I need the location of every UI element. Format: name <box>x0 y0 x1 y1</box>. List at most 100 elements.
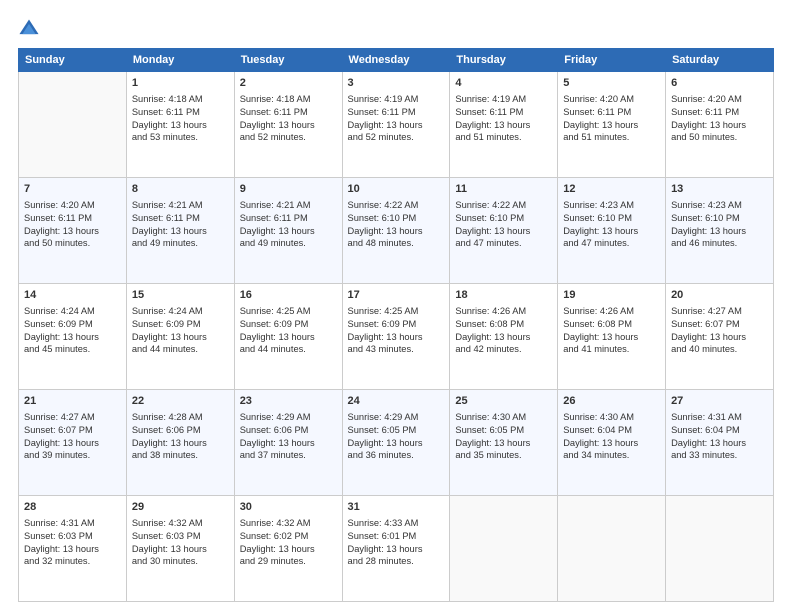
day-info: Sunrise: 4:25 AM Sunset: 6:09 PM Dayligh… <box>240 305 337 356</box>
calendar-day-cell <box>558 496 666 602</box>
day-info: Sunrise: 4:26 AM Sunset: 6:08 PM Dayligh… <box>563 305 660 356</box>
calendar-day-cell: 26 Sunrise: 4:30 AM Sunset: 6:04 PM Dayli… <box>558 390 666 496</box>
day-info: Sunrise: 4:22 AM Sunset: 6:10 PM Dayligh… <box>455 199 552 250</box>
calendar-week-row: 28 Sunrise: 4:31 AM Sunset: 6:03 PM Dayli… <box>19 496 774 602</box>
day-info: Sunrise: 4:32 AM Sunset: 6:02 PM Dayligh… <box>240 517 337 568</box>
day-info: Sunrise: 4:22 AM Sunset: 6:10 PM Dayligh… <box>348 199 445 250</box>
day-number: 12 <box>563 182 660 197</box>
day-info: Sunrise: 4:20 AM Sunset: 6:11 PM Dayligh… <box>24 199 121 250</box>
calendar-day-cell: 16 Sunrise: 4:25 AM Sunset: 6:09 PM Dayli… <box>234 284 342 390</box>
calendar-day-cell: 3Sunrise: 4:19 AM Sunset: 6:11 PM Daylig… <box>342 72 450 178</box>
calendar-day-cell: 6 Sunrise: 4:20 AM Sunset: 6:11 PM Daylig… <box>666 72 774 178</box>
weekday-header: Wednesday <box>342 49 450 72</box>
day-info: Sunrise: 4:31 AM Sunset: 6:04 PM Dayligh… <box>671 411 768 462</box>
day-info: Sunrise: 4:18 AM Sunset: 6:11 PM Dayligh… <box>132 93 229 144</box>
day-info: Sunrise: 4:30 AM Sunset: 6:04 PM Dayligh… <box>563 411 660 462</box>
calendar-day-cell: 13Sunrise: 4:23 AM Sunset: 6:10 PM Dayli… <box>666 178 774 284</box>
day-number: 26 <box>563 394 660 409</box>
day-number: 31 <box>348 500 445 515</box>
day-info: Sunrise: 4:23 AM Sunset: 6:10 PM Dayligh… <box>671 199 768 250</box>
calendar-day-cell: 19 Sunrise: 4:26 AM Sunset: 6:08 PM Dayli… <box>558 284 666 390</box>
calendar-day-cell: 2Sunrise: 4:18 AM Sunset: 6:11 PM Daylig… <box>234 72 342 178</box>
calendar-day-cell <box>450 496 558 602</box>
calendar-week-row: 21 Sunrise: 4:27 AM Sunset: 6:07 PM Dayli… <box>19 390 774 496</box>
weekday-header: Friday <box>558 49 666 72</box>
calendar-day-cell: 28 Sunrise: 4:31 AM Sunset: 6:03 PM Dayli… <box>19 496 127 602</box>
weekday-header: Monday <box>126 49 234 72</box>
calendar-week-row: 1 Sunrise: 4:18 AM Sunset: 6:11 PM Daylig… <box>19 72 774 178</box>
calendar-day-cell: 5 Sunrise: 4:20 AM Sunset: 6:11 PM Daylig… <box>558 72 666 178</box>
calendar-day-cell: 29 Sunrise: 4:32 AM Sunset: 6:03 PM Dayli… <box>126 496 234 602</box>
day-info: Sunrise: 4:21 AM Sunset: 6:11 PM Dayligh… <box>240 199 337 250</box>
calendar-day-cell: 11 Sunrise: 4:22 AM Sunset: 6:10 PM Dayli… <box>450 178 558 284</box>
day-number: 6 <box>671 76 768 91</box>
day-number: 11 <box>455 182 552 197</box>
day-number: 27 <box>671 394 768 409</box>
calendar-day-cell: 20 Sunrise: 4:27 AM Sunset: 6:07 PM Dayli… <box>666 284 774 390</box>
day-number: 21 <box>24 394 121 409</box>
calendar-week-row: 7Sunrise: 4:20 AM Sunset: 6:11 PM Daylig… <box>19 178 774 284</box>
day-number: 20 <box>671 288 768 303</box>
day-info: Sunrise: 4:32 AM Sunset: 6:03 PM Dayligh… <box>132 517 229 568</box>
day-number: 29 <box>132 500 229 515</box>
day-info: Sunrise: 4:24 AM Sunset: 6:09 PM Dayligh… <box>132 305 229 356</box>
weekday-header: Thursday <box>450 49 558 72</box>
weekday-header: Tuesday <box>234 49 342 72</box>
calendar-day-cell: 25 Sunrise: 4:30 AM Sunset: 6:05 PM Dayli… <box>450 390 558 496</box>
day-info: Sunrise: 4:29 AM Sunset: 6:06 PM Dayligh… <box>240 411 337 462</box>
day-number: 4 <box>455 76 552 91</box>
day-info: Sunrise: 4:18 AM Sunset: 6:11 PM Dayligh… <box>240 93 337 144</box>
day-number: 9 <box>240 182 337 197</box>
day-info: Sunrise: 4:26 AM Sunset: 6:08 PM Dayligh… <box>455 305 552 356</box>
day-info: Sunrise: 4:27 AM Sunset: 6:07 PM Dayligh… <box>671 305 768 356</box>
calendar-day-cell: 4 Sunrise: 4:19 AM Sunset: 6:11 PM Daylig… <box>450 72 558 178</box>
calendar-day-cell: 9 Sunrise: 4:21 AM Sunset: 6:11 PM Daylig… <box>234 178 342 284</box>
day-info: Sunrise: 4:19 AM Sunset: 6:11 PM Dayligh… <box>455 93 552 144</box>
day-info: Sunrise: 4:29 AM Sunset: 6:05 PM Dayligh… <box>348 411 445 462</box>
day-number: 25 <box>455 394 552 409</box>
day-info: Sunrise: 4:30 AM Sunset: 6:05 PM Dayligh… <box>455 411 552 462</box>
calendar-week-row: 14Sunrise: 4:24 AM Sunset: 6:09 PM Dayli… <box>19 284 774 390</box>
day-number: 5 <box>563 76 660 91</box>
day-number: 24 <box>348 394 445 409</box>
day-number: 3 <box>348 76 445 91</box>
day-number: 16 <box>240 288 337 303</box>
day-number: 17 <box>348 288 445 303</box>
calendar-day-cell: 18 Sunrise: 4:26 AM Sunset: 6:08 PM Dayli… <box>450 284 558 390</box>
day-info: Sunrise: 4:20 AM Sunset: 6:11 PM Dayligh… <box>563 93 660 144</box>
day-info: Sunrise: 4:23 AM Sunset: 6:10 PM Dayligh… <box>563 199 660 250</box>
weekday-header: Sunday <box>19 49 127 72</box>
day-number: 18 <box>455 288 552 303</box>
calendar-day-cell: 24 Sunrise: 4:29 AM Sunset: 6:05 PM Dayli… <box>342 390 450 496</box>
calendar-day-cell: 23 Sunrise: 4:29 AM Sunset: 6:06 PM Dayli… <box>234 390 342 496</box>
day-info: Sunrise: 4:24 AM Sunset: 6:09 PM Dayligh… <box>24 305 121 356</box>
day-number: 15 <box>132 288 229 303</box>
day-number: 19 <box>563 288 660 303</box>
weekday-header: Saturday <box>666 49 774 72</box>
day-number: 1 <box>132 76 229 91</box>
page: SundayMondayTuesdayWednesdayThursdayFrid… <box>0 0 792 612</box>
day-info: Sunrise: 4:33 AM Sunset: 6:01 PM Dayligh… <box>348 517 445 568</box>
day-info: Sunrise: 4:20 AM Sunset: 6:11 PM Dayligh… <box>671 93 768 144</box>
calendar-day-cell: 17 Sunrise: 4:25 AM Sunset: 6:09 PM Dayli… <box>342 284 450 390</box>
day-number: 28 <box>24 500 121 515</box>
calendar-day-cell: 12 Sunrise: 4:23 AM Sunset: 6:10 PM Dayli… <box>558 178 666 284</box>
calendar-day-cell: 7Sunrise: 4:20 AM Sunset: 6:11 PM Daylig… <box>19 178 127 284</box>
calendar-day-cell: 10Sunrise: 4:22 AM Sunset: 6:10 PM Dayli… <box>342 178 450 284</box>
day-number: 22 <box>132 394 229 409</box>
day-number: 30 <box>240 500 337 515</box>
calendar-day-cell: 14Sunrise: 4:24 AM Sunset: 6:09 PM Dayli… <box>19 284 127 390</box>
day-info: Sunrise: 4:31 AM Sunset: 6:03 PM Dayligh… <box>24 517 121 568</box>
logo <box>18 18 44 40</box>
calendar-day-cell: 27 Sunrise: 4:31 AM Sunset: 6:04 PM Dayli… <box>666 390 774 496</box>
day-info: Sunrise: 4:27 AM Sunset: 6:07 PM Dayligh… <box>24 411 121 462</box>
calendar-day-cell: 1 Sunrise: 4:18 AM Sunset: 6:11 PM Daylig… <box>126 72 234 178</box>
day-info: Sunrise: 4:21 AM Sunset: 6:11 PM Dayligh… <box>132 199 229 250</box>
day-info: Sunrise: 4:28 AM Sunset: 6:06 PM Dayligh… <box>132 411 229 462</box>
header <box>18 18 774 40</box>
day-info: Sunrise: 4:25 AM Sunset: 6:09 PM Dayligh… <box>348 305 445 356</box>
calendar-day-cell <box>19 72 127 178</box>
calendar-day-cell: 22 Sunrise: 4:28 AM Sunset: 6:06 PM Dayli… <box>126 390 234 496</box>
calendar-header-row: SundayMondayTuesdayWednesdayThursdayFrid… <box>19 49 774 72</box>
day-number: 23 <box>240 394 337 409</box>
